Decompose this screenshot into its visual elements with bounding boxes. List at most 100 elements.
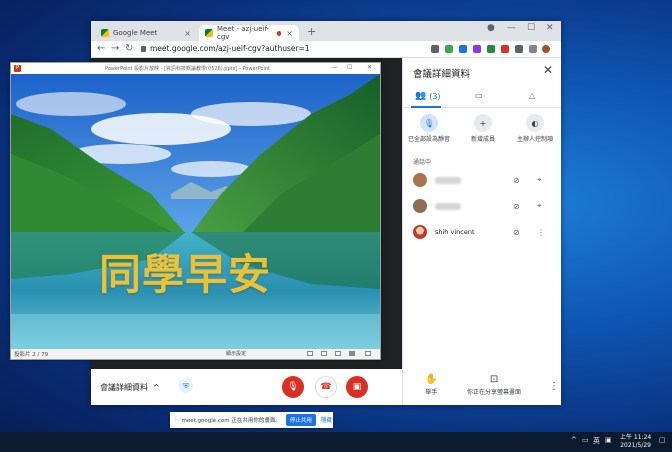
hide-button[interactable]: 隱藏 (321, 416, 332, 424)
close-icon[interactable]: ✕ (543, 63, 553, 77)
participant-name: shih vincent (435, 228, 475, 236)
add-people-label: 新增成員 (470, 136, 495, 143)
extension-icon[interactable] (431, 45, 439, 53)
view-sorter-icon[interactable] (321, 351, 327, 356)
screen-share-bar: ⋮ meet.google.com 正在共用你的畫面。 停止共用 隱藏 (170, 412, 333, 428)
in-call-section-label: 通話中 (413, 159, 432, 166)
share-message: meet.google.com 正在共用你的畫面。 (181, 418, 281, 424)
meeting-details-label: 會議詳細資料 (100, 383, 148, 392)
presenting-button[interactable]: ⊡ 你正在分享螢幕畫面 (467, 374, 521, 396)
chevron-up-icon[interactable]: ^ (571, 436, 577, 444)
slide-counter: 投影片 2 / 79 (14, 352, 49, 358)
close-tab-icon[interactable]: × (184, 29, 191, 38)
maximize-icon[interactable]: ☐ (527, 23, 535, 33)
participant-name-blurred (435, 202, 461, 210)
lock-icon (141, 45, 146, 52)
present-icon: ⊡ (489, 374, 499, 385)
extension-icon[interactable] (501, 45, 509, 53)
mic-toggle-button[interactable]: 🎙 (282, 376, 304, 398)
leave-call-button[interactable]: ☎ (315, 376, 337, 398)
network-icon[interactable]: ▭ (582, 436, 589, 444)
pin-icon[interactable]: ⌖ (537, 201, 542, 211)
fit-icon[interactable] (365, 351, 371, 356)
back-icon[interactable]: ← (97, 43, 105, 54)
chat-icon: ▭ (475, 91, 483, 100)
view-normal-icon[interactable] (307, 351, 313, 356)
tab-activities[interactable]: △ (529, 91, 535, 100)
puzzle-icon[interactable] (529, 45, 537, 53)
camera-toggle-button[interactable]: ▣ (346, 376, 368, 398)
drag-handle-icon[interactable]: ⋮ (173, 417, 179, 423)
meet-control-bar-right: ✋ 舉手 ⊡ 你正在分享螢幕畫面 ⋮ (402, 369, 561, 405)
raise-hand-label: 舉手 (425, 389, 438, 396)
clock-date: 2021/5/29 (620, 442, 651, 449)
clock-time: 上午 11:24 (620, 434, 652, 441)
extension-icon[interactable] (515, 45, 523, 53)
participant-row[interactable]: shih vincent ⊘ ⋮ (413, 224, 553, 240)
ime-indicator[interactable]: 英 (593, 436, 600, 446)
extension-icon[interactable] (459, 45, 467, 53)
forward-icon[interactable]: → (111, 43, 119, 54)
close-window-icon[interactable]: ✕ (546, 23, 554, 33)
address-toolbar: ← → ↻ meet.google.com/azj-ueif-cgv?authu… (91, 41, 561, 58)
view-slideshow-icon[interactable] (349, 351, 355, 356)
profile-icon[interactable]: ● (487, 23, 495, 33)
avatar (413, 225, 427, 239)
add-people-button[interactable]: + 新增成員 (457, 114, 509, 143)
system-clock[interactable]: 上午 11:24 2021/5/29 (620, 434, 651, 450)
windows-taskbar: ^ ▭ 英 ▣ 上午 11:24 2021/5/29 ▢ (0, 432, 672, 452)
hand-icon: ✋ (425, 374, 438, 385)
tab-people[interactable]: 👥 (3) (415, 91, 441, 101)
people-count: (3) (429, 91, 441, 101)
tab-google-meet[interactable]: Google Meet × (95, 25, 197, 41)
raise-hand-button[interactable]: ✋ 舉手 (425, 374, 437, 396)
address-bar[interactable]: meet.google.com/azj-ueif-cgv?authuser=1 (141, 44, 310, 53)
presenting-label: 你正在分享螢幕畫面 (467, 389, 522, 396)
tab-meet-call[interactable]: Meet - azj-ueif-cgv × (199, 25, 299, 41)
mute-all-button[interactable]: 🎙 已全部設為靜音 (403, 114, 455, 143)
stop-sharing-button[interactable]: 停止共用 (285, 414, 316, 426)
recording-dot-icon (276, 30, 282, 36)
shield-icon[interactable]: ⛨ (179, 379, 193, 393)
participant-name-blurred (435, 176, 461, 184)
tab-bar: Google Meet × Meet - azj-ueif-cgv × + ● … (91, 21, 561, 41)
display-settings-button[interactable]: 顯示設定 (226, 350, 246, 357)
view-reading-icon[interactable] (335, 351, 341, 356)
slide-canvas[interactable]: 同學早安 (11, 74, 380, 349)
close-tab-icon[interactable]: × (286, 29, 293, 38)
meet-favicon-icon (101, 29, 109, 37)
mic-off-icon[interactable]: ⊘ (513, 202, 520, 211)
tab-chat[interactable]: ▭ (475, 91, 483, 100)
minimize-icon[interactable]: — (507, 23, 516, 33)
reload-icon[interactable]: ↻ (125, 43, 133, 54)
participant-row[interactable]: ⊘ ⌖ (413, 198, 553, 214)
notification-icon[interactable]: ▢ (659, 436, 666, 444)
slide-title-text: 同學早安 (99, 250, 272, 299)
maximize-icon[interactable]: ☐ (347, 64, 352, 71)
ppt-title-bar: P PowerPoint 投影片放映 - [資訊科技概論教學(0526).ppt… (11, 63, 380, 74)
host-controls-button[interactable]: ◐ 主辦人控制項 (509, 114, 561, 143)
extension-icon[interactable] (487, 45, 495, 53)
minimize-icon[interactable]: — (331, 64, 337, 71)
pin-icon[interactable]: ⌖ (537, 175, 542, 185)
participant-row[interactable]: ⊘ ⌖ (413, 172, 553, 188)
meeting-details-button[interactable]: 會議詳細資料 ^ (100, 382, 160, 393)
avatar (413, 173, 427, 187)
more-options-icon[interactable]: ⋮ (549, 381, 559, 392)
extension-icon[interactable] (445, 45, 453, 53)
mic-off-icon[interactable]: ⊘ (513, 228, 520, 237)
extension-icon[interactable] (473, 45, 481, 53)
ime-mode-icon[interactable]: ▣ (605, 436, 612, 444)
tab-label: Meet - azj-ueif-cgv (217, 25, 270, 41)
more-options-icon[interactable]: ⋮ (537, 228, 545, 237)
close-window-icon[interactable]: ✕ (367, 64, 372, 71)
toggle-icon: ◐ (526, 114, 544, 132)
active-tab-indicator (411, 106, 441, 108)
mute-all-label: 已全部設為靜音 (407, 136, 450, 143)
mic-off-icon[interactable]: ⊘ (513, 176, 520, 185)
lake-landscape-image (11, 74, 380, 349)
avatar[interactable] (542, 45, 550, 53)
add-person-icon: + (474, 114, 492, 132)
new-tab-icon[interactable]: + (307, 25, 316, 38)
people-icon: 👥 (415, 91, 427, 101)
